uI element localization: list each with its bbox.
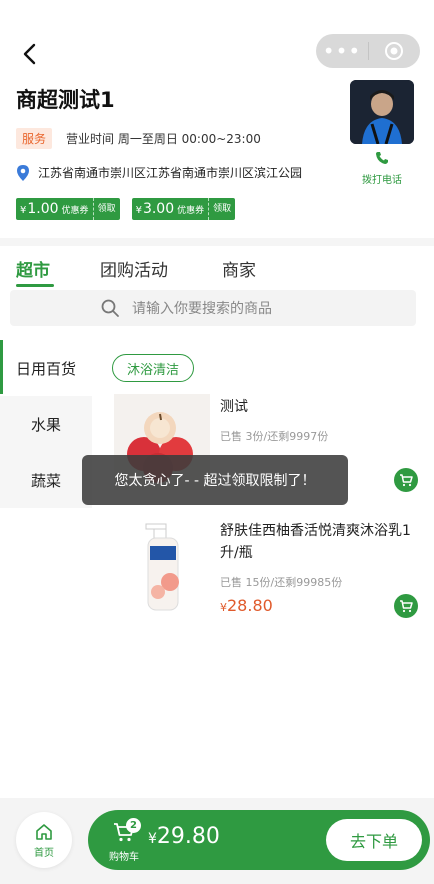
cart-bar: 购物车 2 ¥29.80 去下单 — [88, 810, 430, 870]
product-sold: 已售 15份/还剩99985份 — [220, 576, 343, 589]
coupon-kind: 优惠券 — [177, 205, 205, 216]
coupon-kind: 优惠券 — [61, 205, 89, 216]
section-divider — [0, 238, 434, 246]
product-title[interactable]: 舒肤佳西柚香活悦清爽沐浴乳1升/瓶 — [220, 520, 420, 564]
search-placeholder: 请输入你要搜索的商品 — [132, 301, 272, 317]
category-active-indicator — [0, 340, 3, 394]
category-fruit[interactable]: 水果 — [0, 396, 92, 452]
avatar-image — [350, 80, 414, 144]
store-name: 商超测试1 — [16, 88, 115, 112]
more-dots-icon[interactable]: ••• — [316, 34, 368, 68]
tab-merchant[interactable]: 商家 — [222, 256, 256, 281]
cart-icon — [400, 474, 413, 487]
back-button[interactable] — [16, 40, 44, 68]
store-address: 江苏省南通市崇川区江苏省南通市崇川区滨江公园 — [38, 166, 303, 180]
search-bar[interactable]: 请输入你要搜索的商品 — [10, 290, 416, 326]
mini-program-capsule: ••• — [316, 34, 420, 68]
tab-bar: 超市 团购活动 商家 — [0, 252, 434, 288]
close-capsule-button[interactable] — [369, 41, 419, 61]
service-row: 服务 营业时间 周一至周日 00:00~23:00 — [16, 128, 261, 149]
checkout-button[interactable]: 去下单 — [326, 819, 422, 861]
cart-total: ¥29.80 — [148, 824, 220, 849]
subcategory-chip[interactable]: 沐浴清洁 — [112, 354, 195, 382]
coupon-claim-button[interactable]: 领取 — [208, 198, 235, 220]
coupon-item[interactable]: ¥1.00 优惠券 领取 — [16, 198, 120, 220]
category-daily-goods[interactable]: 日用百货 — [0, 340, 92, 396]
chevron-left-icon — [23, 43, 36, 65]
tab-supermarket[interactable]: 超市 — [16, 256, 50, 281]
home-icon — [36, 823, 52, 840]
top-bar: ••• — [0, 34, 434, 74]
target-icon — [385, 42, 403, 60]
home-button[interactable]: 首页 — [16, 812, 72, 868]
home-label: 首页 — [34, 847, 54, 859]
product-image-bodywash[interactable] — [114, 520, 210, 616]
tab-indicator — [16, 284, 54, 287]
store-avatar — [350, 80, 414, 144]
coupon-item[interactable]: ¥3.00 优惠券 领取 — [131, 198, 236, 220]
service-tag: 服务 — [16, 128, 53, 149]
toast-message: 您太贪心了- - 超过领取限制了！ — [82, 455, 348, 505]
cart-button[interactable]: 购物车 2 — [104, 818, 144, 863]
coupon-amount: ¥3.00 — [135, 201, 175, 217]
coupon-amount: ¥1.00 — [20, 201, 59, 217]
address-row[interactable]: 江苏省南通市崇川区江苏省南通市崇川区滨江公园 — [16, 164, 302, 181]
coupon-list: ¥1.00 优惠券 领取 ¥3.00 优惠券 领取 — [16, 198, 247, 220]
coupon-claim-button[interactable]: 领取 — [92, 198, 120, 220]
cart-count-badge: 2 — [126, 818, 141, 833]
call-label: 拨打电话 — [362, 175, 402, 186]
add-to-cart-button[interactable] — [394, 468, 418, 492]
call-button[interactable]: 拨打电话 — [352, 150, 412, 186]
business-hours: 营业时间 周一至周日 00:00~23:00 — [66, 132, 261, 146]
product-sold: 已售 3份/还剩9997份 — [220, 430, 329, 443]
bodywash-bottle-image — [145, 523, 179, 611]
add-to-cart-button[interactable] — [394, 594, 418, 618]
category-vegetable[interactable]: 蔬菜 — [0, 452, 92, 508]
tab-group-buy[interactable]: 团购活动 — [100, 256, 168, 281]
product-title[interactable]: 测试 — [220, 396, 420, 418]
search-icon — [101, 299, 119, 317]
product-price: ¥28.80 — [220, 596, 273, 615]
phone-icon — [376, 152, 388, 164]
cart-icon — [400, 600, 413, 613]
location-pin-icon — [17, 164, 29, 181]
cart-label: 购物车 — [109, 852, 139, 863]
store-page: ••• 商超测试1 拨打电话 服务 营业时间 周一至周日 00:00~23:00… — [0, 0, 434, 884]
